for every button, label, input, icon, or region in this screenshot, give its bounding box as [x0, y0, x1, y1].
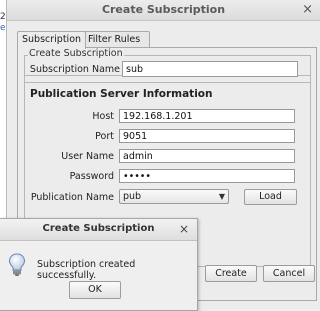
- message-title-bar[interactable]: Create Subscription ×: [0, 219, 197, 241]
- user-name-input[interactable]: admin: [119, 149, 295, 163]
- load-button[interactable]: Load: [244, 189, 297, 205]
- dropdown-arrow-icon[interactable]: ▼: [219, 190, 225, 203]
- message-text: Subscription created successfully.: [37, 259, 136, 281]
- message-title: Create Subscription: [42, 223, 155, 234]
- title-bar[interactable]: Create Subscription ×: [7, 0, 320, 21]
- close-icon[interactable]: ×: [302, 2, 313, 17]
- section-title: Publication Server Information: [30, 88, 213, 100]
- close-icon[interactable]: ×: [179, 222, 189, 236]
- password-input[interactable]: •••••: [119, 169, 295, 183]
- subscription-name-label: Subscription Name: [29, 64, 120, 75]
- cancel-button[interactable]: Cancel: [263, 265, 315, 282]
- host-label: Host: [92, 111, 114, 122]
- host-input[interactable]: 192.168.1.201: [119, 109, 295, 123]
- port-label: Port: [95, 131, 114, 142]
- publication-name-value: pub: [123, 191, 142, 202]
- window-title: Create Subscription: [101, 3, 226, 16]
- message-dialog: Create Subscription × Subscription creat…: [0, 218, 198, 311]
- tab-filter-rules[interactable]: Filter Rules: [83, 31, 150, 48]
- group-legend: Create Subscription: [28, 48, 124, 59]
- lightbulb-icon: [8, 253, 26, 276]
- subscription-name-input[interactable]: sub: [122, 61, 298, 77]
- ok-button[interactable]: OK: [69, 281, 121, 299]
- publication-name-select[interactable]: pub ▼: [119, 189, 229, 204]
- user-name-label: User Name: [61, 151, 114, 162]
- create-button[interactable]: Create: [205, 265, 257, 282]
- password-label: Password: [69, 171, 114, 182]
- tab-subscription[interactable]: Subscription: [17, 31, 86, 49]
- port-input[interactable]: 9051: [119, 129, 295, 143]
- publication-name-label: Publication Name: [30, 192, 114, 203]
